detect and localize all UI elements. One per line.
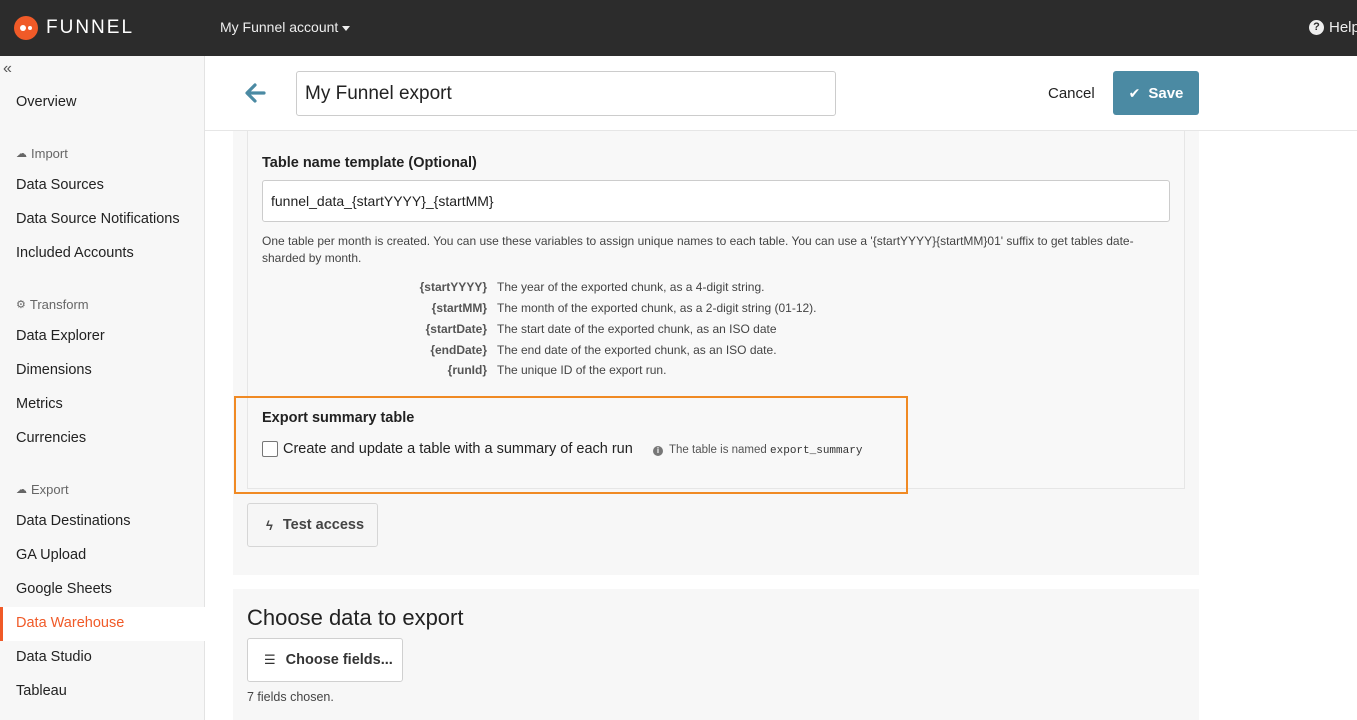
sidebar-item-included-accounts[interactable]: Included Accounts xyxy=(16,245,134,261)
template-variable-row: {endDate} The end date of the exported c… xyxy=(262,343,962,361)
help-link[interactable]: ? Help xyxy=(1309,19,1357,36)
sidebar-item-dimensions[interactable]: Dimensions xyxy=(16,362,92,378)
summary-table-checkbox[interactable] xyxy=(262,441,278,457)
variable-description: The end date of the exported chunk, as a… xyxy=(497,343,777,357)
funnel-logo-icon xyxy=(14,16,38,40)
variable-name: {endDate} xyxy=(430,343,487,357)
sidebar-item-data-warehouse[interactable]: Data Warehouse xyxy=(16,615,124,631)
gear-icon: ⚙ xyxy=(16,299,26,311)
cloud-upload-icon: ☁ xyxy=(16,148,27,160)
sidebar: « Overview ☁ Import Data Sources Data Sou… xyxy=(0,56,205,720)
save-button[interactable]: ✔ Save xyxy=(1113,71,1199,115)
export-summary-title: Export summary table xyxy=(262,410,415,426)
account-name: My Funnel account xyxy=(220,19,339,35)
double-chevron-left-icon[interactable]: « xyxy=(3,60,12,78)
table-name-template-input[interactable] xyxy=(262,180,1170,222)
choose-fields-label: Choose fields... xyxy=(285,652,393,668)
sidebar-item-data-explorer[interactable]: Data Explorer xyxy=(16,328,105,344)
sidebar-item-overview[interactable]: Overview xyxy=(16,94,76,110)
variable-description: The month of the exported chunk, as a 2-… xyxy=(497,301,817,315)
sidebar-item-data-studio[interactable]: Data Studio xyxy=(16,649,92,665)
variable-description: The year of the exported chunk, as a 4-d… xyxy=(497,280,765,294)
sidebar-item-tableau[interactable]: Tableau xyxy=(16,683,67,699)
template-variable-row: {startYYYY} The year of the exported chu… xyxy=(262,280,962,298)
variable-name: {startDate} xyxy=(425,322,487,336)
top-bar: FUNNEL My Funnel account ? Help xyxy=(0,0,1357,56)
list-icon: ☰ xyxy=(264,652,276,667)
export-name-input[interactable] xyxy=(296,71,836,116)
sidebar-section-transform: ⚙ Transform xyxy=(16,297,89,312)
sidebar-item-data-source-notifications[interactable]: Data Source Notifications xyxy=(16,211,180,227)
account-switcher[interactable]: My Funnel account xyxy=(220,19,351,35)
table-name-template-label: Table name template (Optional) xyxy=(262,155,477,171)
sidebar-item-ga-upload[interactable]: GA Upload xyxy=(16,547,86,563)
back-arrow-icon[interactable] xyxy=(244,82,266,104)
sidebar-item-metrics[interactable]: Metrics xyxy=(16,396,63,412)
info-icon: i xyxy=(653,446,663,456)
sidebar-item-currencies[interactable]: Currencies xyxy=(16,430,86,446)
sidebar-item-data-destinations[interactable]: Data Destinations xyxy=(16,513,130,529)
cancel-button[interactable]: Cancel xyxy=(1048,85,1095,102)
save-label: Save xyxy=(1148,84,1184,102)
table-name-help-text: One table per month is created. You can … xyxy=(262,234,1134,265)
test-access-button[interactable]: ϟ Test access xyxy=(247,503,378,547)
summary-table-checkbox-label[interactable]: Create and update a table with a summary… xyxy=(283,441,633,457)
brand-name: FUNNEL xyxy=(46,17,135,38)
bolt-icon: ϟ xyxy=(266,517,273,533)
caret-down-icon xyxy=(342,25,351,31)
summary-info-text: The table is named xyxy=(669,444,767,456)
help-label: Help xyxy=(1329,19,1357,36)
variable-name: {startYYYY} xyxy=(419,280,487,294)
variable-description: The start date of the exported chunk, as… xyxy=(497,322,777,336)
variable-name: {runId} xyxy=(447,363,487,377)
sidebar-item-google-sheets[interactable]: Google Sheets xyxy=(16,581,112,597)
test-access-label: Test access xyxy=(282,517,365,533)
sidebar-section-import: ☁ Import xyxy=(16,146,68,161)
template-variable-row: {runId} The unique ID of the export run. xyxy=(262,363,962,381)
sidebar-item-data-sources[interactable]: Data Sources xyxy=(16,177,104,193)
choose-data-title: Choose data to export xyxy=(247,605,464,630)
check-icon: ✔ xyxy=(1128,84,1141,101)
question-circle-icon: ? xyxy=(1309,20,1324,35)
template-variable-row: {startDate} The start date of the export… xyxy=(262,322,962,340)
summary-table-info: The table is named export_summary xyxy=(669,444,862,457)
template-variable-row: {startMM} The month of the exported chun… xyxy=(262,301,962,319)
summary-table-name: export_summary xyxy=(770,445,863,457)
variable-name: {startMM} xyxy=(431,301,487,315)
funnel-logo[interactable]: FUNNEL xyxy=(14,16,134,40)
choose-fields-button[interactable]: ☰ Choose fields... xyxy=(247,638,403,682)
variable-description: The unique ID of the export run. xyxy=(497,363,667,377)
sidebar-section-export: ☁ Export xyxy=(16,482,69,497)
fields-count: 7 fields chosen. xyxy=(247,690,334,704)
cloud-download-icon: ☁ xyxy=(16,484,27,496)
